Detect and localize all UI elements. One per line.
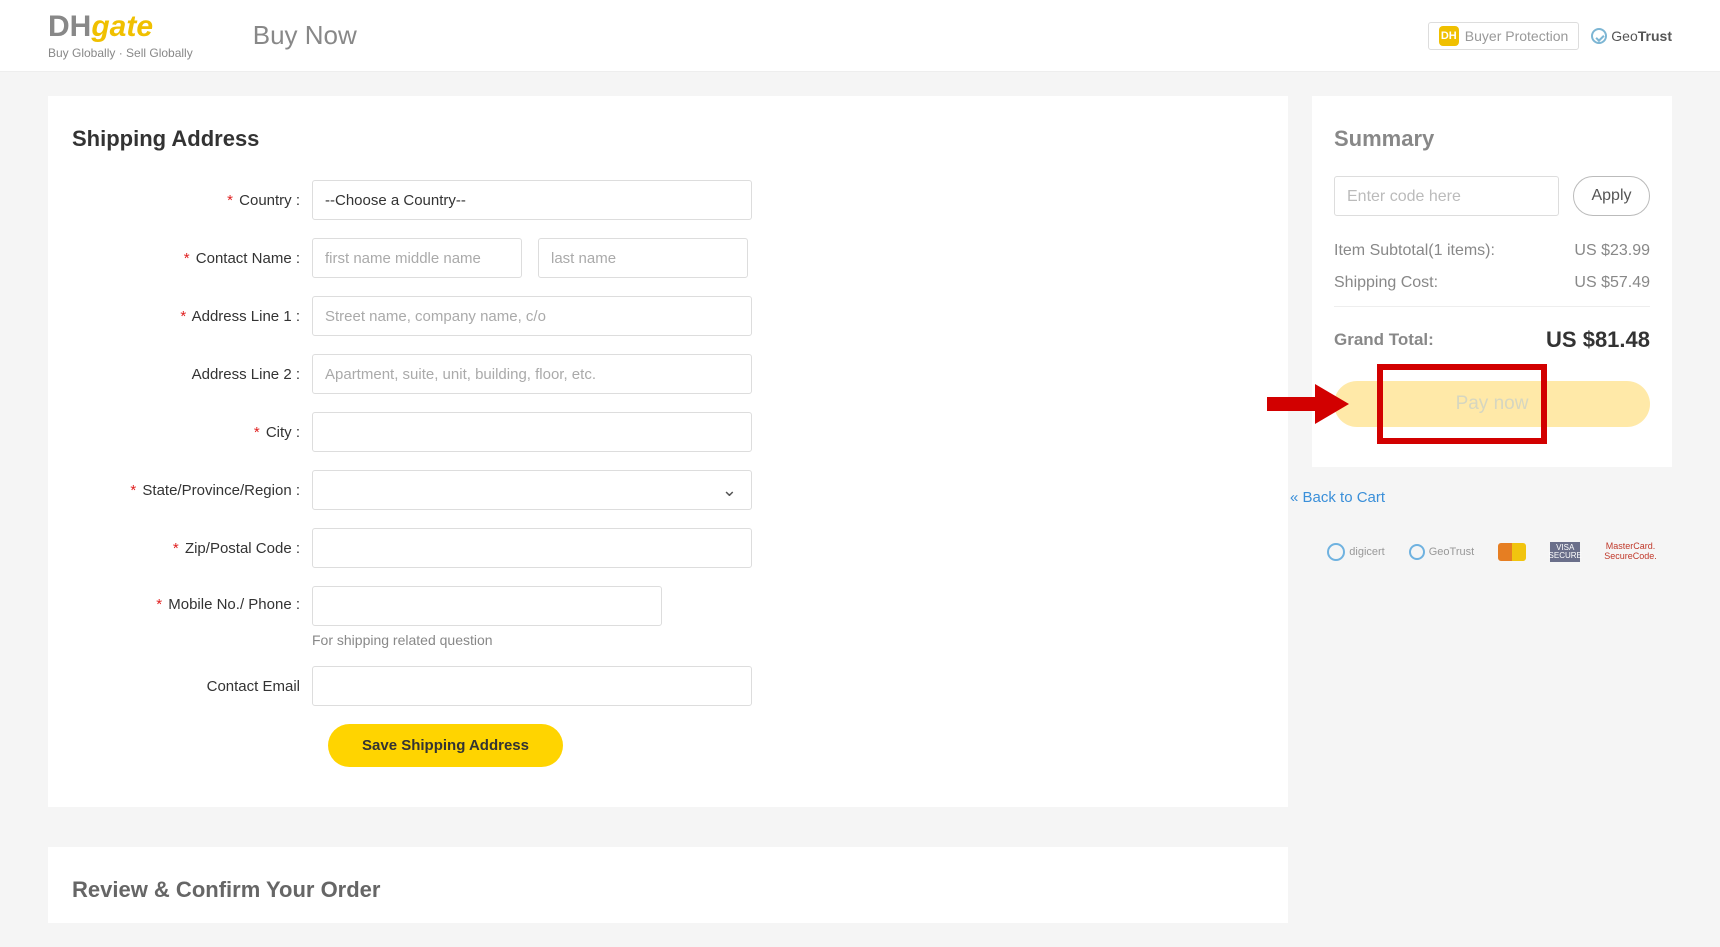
shipping-label: Shipping Cost: [1334, 274, 1438, 292]
label-address1: * Address Line 1 : [72, 308, 312, 325]
mastercard-icon [1498, 543, 1526, 561]
region-select[interactable]: ⌄ [312, 470, 752, 510]
first-name-input[interactable] [312, 238, 522, 278]
subtotal-label: Item Subtotal(1 items): [1334, 242, 1495, 260]
promo-code-input[interactable] [1334, 176, 1559, 216]
logo[interactable]: DHgate Buy Globally · Sell Globally [48, 12, 193, 60]
shipping-address-card: Shipping Address * Country : * Contact N… [48, 96, 1288, 807]
pay-now-button[interactable]: Pay now [1334, 381, 1650, 427]
label-contact-name: * Contact Name : [72, 250, 312, 267]
apply-code-button[interactable]: Apply [1573, 176, 1650, 216]
city-input[interactable] [312, 412, 752, 452]
address-line2-input[interactable] [312, 354, 752, 394]
grand-total-value: US $81.48 [1546, 327, 1650, 353]
summary-card: Summary Apply Item Subtotal(1 items): US… [1312, 96, 1672, 467]
email-input[interactable] [312, 666, 752, 706]
logo-dh: DH [48, 10, 91, 43]
header: DHgate Buy Globally · Sell Globally Buy … [0, 0, 1720, 72]
payment-logos: digicert GeoTrust VISASECURE MasterCard.… [1312, 542, 1672, 562]
address-line1-input[interactable] [312, 296, 752, 336]
geotrust-logo: GeoTrust [1409, 544, 1474, 560]
country-select[interactable] [312, 180, 752, 220]
label-zip: * Zip/Postal Code : [72, 540, 312, 557]
label-city: * City : [72, 424, 312, 441]
subtotal-value: US $23.99 [1574, 242, 1650, 260]
phone-help-text: For shipping related question [312, 632, 1264, 648]
label-phone: * Mobile No./ Phone : [72, 586, 312, 613]
buyer-protection-label: Buyer Protection [1465, 28, 1569, 44]
summary-title: Summary [1334, 126, 1650, 152]
phone-input[interactable] [312, 586, 662, 626]
save-shipping-button[interactable]: Save Shipping Address [328, 724, 563, 767]
review-order-card: Review & Confirm Your Order [48, 847, 1288, 923]
label-region: * State/Province/Region : [72, 482, 312, 499]
geotrust-icon [1591, 28, 1607, 44]
logo-tagline: Buy Globally · Sell Globally [48, 46, 193, 60]
geotrust-badge[interactable]: GeoTrust [1591, 28, 1672, 44]
label-email: Contact Email [72, 678, 312, 695]
divider [1334, 306, 1650, 307]
mastercard-securecode-icon: MasterCard.SecureCode. [1604, 542, 1657, 562]
last-name-input[interactable] [538, 238, 748, 278]
label-address2: Address Line 2 : [72, 366, 312, 383]
geotrust-label: GeoTrust [1611, 28, 1672, 44]
digicert-logo: digicert [1327, 543, 1384, 561]
grand-total-label: Grand Total: [1334, 330, 1434, 350]
back-to-cart-link[interactable]: « Back to Cart [1290, 489, 1672, 506]
shipping-title: Shipping Address [72, 126, 1264, 152]
buyer-protection-badge[interactable]: DH Buyer Protection [1428, 22, 1580, 50]
shipping-value: US $57.49 [1574, 274, 1650, 292]
visa-secure-icon: VISASECURE [1550, 542, 1580, 562]
review-title: Review & Confirm Your Order [72, 877, 1264, 903]
page-title: Buy Now [253, 20, 357, 51]
shield-icon: DH [1439, 26, 1459, 46]
label-country: * Country : [72, 192, 312, 209]
zip-input[interactable] [312, 528, 752, 568]
logo-gate: gate [91, 10, 153, 43]
chevron-down-icon: ⌄ [722, 480, 737, 501]
